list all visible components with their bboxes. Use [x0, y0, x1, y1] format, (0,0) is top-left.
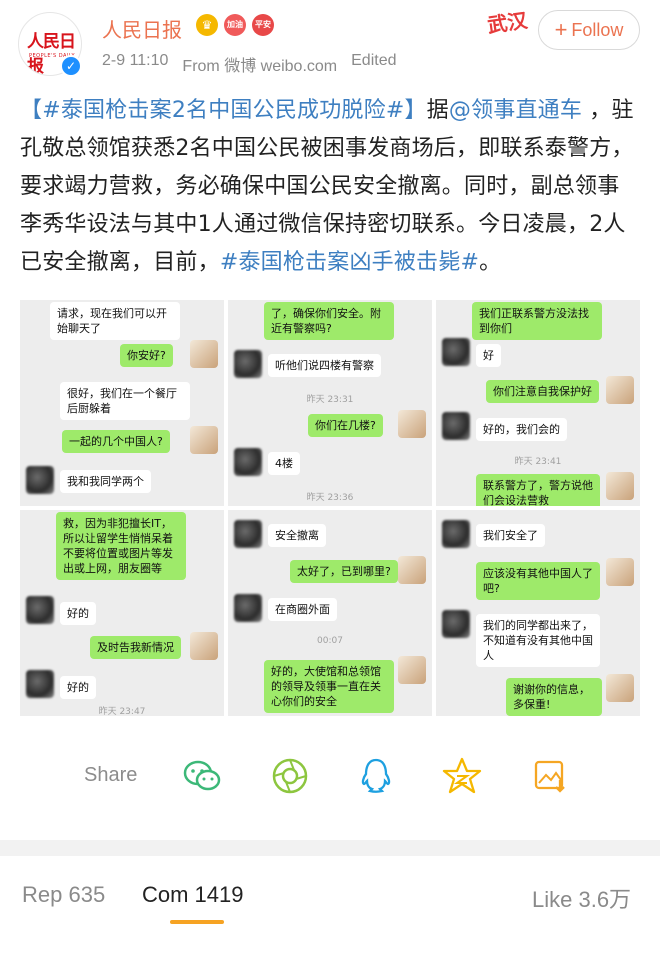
share-label: Share [84, 764, 138, 786]
chat-bubble-in: 听他们说四楼有警察 [268, 354, 381, 377]
chat-timestamp: 昨天 23:31 [306, 395, 354, 405]
blurred-avatar [234, 520, 262, 548]
user-avatar [398, 410, 426, 438]
post-source: From 微博 weibo.com [182, 58, 338, 75]
user-avatar [606, 558, 634, 586]
follow-button[interactable]: + Follow [538, 10, 640, 50]
plus-icon: + [554, 17, 568, 42]
blurred-avatar [234, 350, 262, 378]
post-body: 【#泰国枪击案2名中国公民成功脱险#】据@领事直通车 ，驻孔敬总领馆获悉2名中国… [20, 92, 640, 282]
tab-likes[interactable]: Like 3.6万 [532, 882, 631, 914]
chat-bubble-in: 好的 [60, 602, 96, 625]
chat-timestamp: 00:07 [317, 636, 343, 646]
post-text: 据 [426, 98, 449, 123]
hashtag-link[interactable]: 【#泰国枪击案2名中国公民成功脱险#】 [20, 98, 427, 123]
hashtag-link[interactable]: #泰国枪击案凶手被击毙# [220, 250, 479, 275]
post-header: 人民日报 PEOPLE'S DAILY ✓ 人民日报 ♛ 加油 平安 2-9 1… [0, 0, 660, 88]
chat-bubble-out: 你们在几楼? [308, 414, 383, 437]
interaction-tabs: Rep 635 Com 1419 Like 3.6万 [0, 856, 660, 936]
chat-bubble-in: 安全撤离 [268, 524, 326, 547]
user-avatar [398, 556, 426, 584]
user-avatar [190, 340, 218, 368]
chat-bubble-in: 在商圈外面 [268, 598, 337, 621]
chat-bubble-out: 一起的几个中国人? [62, 430, 170, 453]
chat-bubble-out: 及时告我新情况 [90, 636, 181, 659]
chat-screenshot[interactable]: 了，确保你们安全。附近有警察吗? 听他们说四楼有警察 昨天 23:31 你们在几… [228, 300, 432, 506]
chat-bubble-out: 谢谢你的信息，多保重! [506, 678, 602, 716]
chat-bubble-in: 我们的同学都出来了，不知道有没有其他中国人 [476, 614, 600, 667]
account-badges: ♛ 加油 平安 [196, 14, 274, 36]
user-avatar [398, 656, 426, 684]
chat-bubble-out: 你安好? [120, 344, 173, 367]
post-meta: 2-9 11:10 From 微博 weibo.com Edited [102, 52, 397, 76]
tab-reposts[interactable]: Rep 635 [22, 882, 105, 908]
active-tab-indicator [170, 920, 224, 924]
verified-badge-icon: ✓ [60, 55, 82, 77]
mention-link[interactable]: @领事直通车 [449, 98, 582, 123]
chat-bubble-out: 太好了，已到哪里? [290, 560, 398, 583]
chat-timestamp: 昨天 23:47 [98, 707, 146, 716]
account-name[interactable]: 人民日报 [102, 14, 182, 43]
post-text: 。 [479, 250, 502, 275]
crown-badge-icon: ♛ [196, 14, 218, 36]
chat-bubble-in: 请求，现在我们可以开始聊天了 [50, 302, 180, 340]
post-edited-label: Edited [351, 52, 397, 69]
chat-bubble-in: 好的，我们会的 [476, 418, 567, 441]
chat-bubble-in: 好的 [60, 676, 96, 699]
chat-screenshot[interactable]: 安全撤离 太好了，已到哪里? 在商圈外面 00:07 好的，大使馆和总领馆的领导… [228, 510, 432, 716]
post-timestamp: 2-9 11:10 [102, 52, 169, 69]
chat-bubble-out: 应该没有其他中国人了吧? [476, 562, 600, 600]
wechat-icon[interactable] [182, 756, 222, 796]
share-bar: Share [0, 740, 660, 816]
blurred-avatar [442, 338, 470, 366]
user-avatar [190, 426, 218, 454]
user-avatar [606, 472, 634, 500]
chat-bubble-out: 联系警方了，警方说他们会设法营救 [476, 474, 600, 506]
badge-safe: 平安 [252, 14, 274, 36]
blurred-avatar [442, 520, 470, 548]
blurred-avatar [26, 596, 54, 624]
blurred-avatar [442, 412, 470, 440]
chat-bubble-in: 我和我同学两个 [60, 470, 151, 493]
chat-bubble-out: 我们正联系警方没法找到你们 [472, 302, 602, 340]
blurred-avatar [26, 670, 54, 698]
qq-icon[interactable] [356, 756, 396, 796]
chat-bubble-out: 救，因为非犯擅长IT，所以让留学生悄悄呆着不要将位置或图片等发出或上网，朋友圈等 [56, 512, 186, 580]
tab-comments[interactable]: Com 1419 [142, 882, 244, 908]
chat-screenshot[interactable]: 我们安全了 应该没有其他中国人了吧? 我们的同学都出来了，不知道有没有其他中国人… [436, 510, 640, 716]
image-grid: 请求，现在我们可以开始聊天了 你安好? 很好，我们在一个餐厅后厨躲着 一起的几个… [20, 300, 640, 716]
chat-bubble-in: 4楼 [268, 452, 300, 475]
blurred-avatar [442, 610, 470, 638]
chat-bubble-in: 很好，我们在一个餐厅后厨躲着 [60, 382, 190, 420]
chat-bubble-out: 好的，大使馆和总领馆的领导及领事一直在关心你们的安全 [264, 660, 394, 713]
qzone-icon[interactable] [442, 756, 482, 796]
user-avatar [190, 632, 218, 660]
chat-bubble-out: 你们注意自我保护好 [486, 380, 599, 403]
chat-bubble-out: 了，确保你们安全。附近有警察吗? [264, 302, 394, 340]
moments-icon[interactable] [270, 756, 310, 796]
chat-bubble-in: 我们安全了 [476, 524, 545, 547]
chat-screenshot[interactable]: 我们正联系警方没法找到你们 好 你们注意自我保护好 好的，我们会的 昨天 23:… [436, 300, 640, 506]
chat-screenshot[interactable]: 救，因为非犯擅长IT，所以让留学生悄悄呆着不要将位置或图片等发出或上网，朋友圈等… [20, 510, 224, 716]
chat-screenshot[interactable]: 请求，现在我们可以开始聊天了 你安好? 很好，我们在一个餐厅后厨躲着 一起的几个… [20, 300, 224, 506]
save-image-icon[interactable] [530, 756, 570, 796]
blurred-avatar [26, 466, 54, 494]
follow-label: Follow [571, 19, 624, 40]
chat-bubble-in: 好 [476, 344, 501, 367]
user-avatar [606, 376, 634, 404]
post-text: ，驻孔敬总领馆获悉2名中国公民被困事发商场后，即联系泰警方，要求竭力营救，务必确… [20, 98, 634, 275]
blurred-avatar [234, 448, 262, 476]
blurred-avatar [234, 594, 262, 622]
badge-cheer: 加油 [224, 14, 246, 36]
chat-timestamp: 昨天 23:41 [514, 457, 562, 467]
chat-timestamp: 昨天 23:36 [306, 493, 354, 503]
user-avatar [606, 674, 634, 702]
section-divider [0, 840, 660, 856]
